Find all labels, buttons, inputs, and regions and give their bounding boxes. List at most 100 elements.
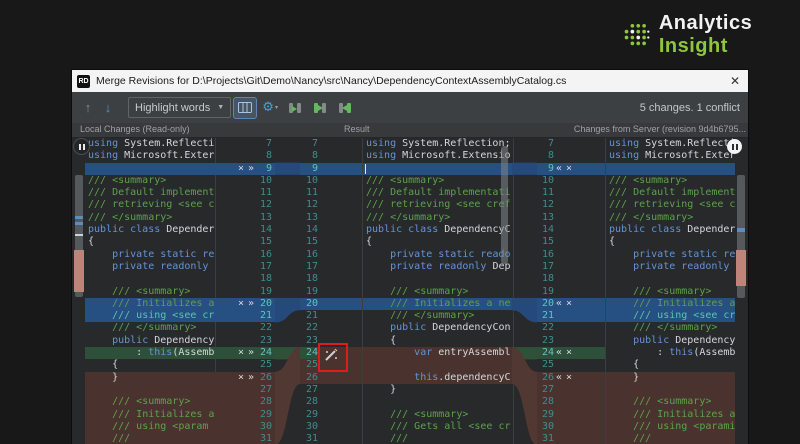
ignore-change-icon[interactable]: ×	[564, 348, 574, 358]
wand-slot-cell	[320, 396, 362, 408]
apply-left-non-conflicting-button[interactable]	[309, 98, 331, 118]
pause-overlay-icon-right[interactable]	[727, 139, 742, 154]
ignore-change-icon[interactable]: ×	[564, 372, 574, 383]
line-number: 23	[259, 334, 272, 346]
apply-change-icon[interactable]: »	[246, 348, 256, 358]
code-line: public Dependency	[606, 335, 735, 347]
line-number: 30	[259, 420, 272, 432]
line-number: 31	[305, 433, 318, 444]
gutter-cell: 15	[537, 236, 605, 248]
line-number: 27	[305, 383, 318, 395]
line-number: 15	[541, 236, 554, 248]
result-pane[interactable]: using System.Reflection; using Microsoft.…	[362, 138, 514, 444]
wand-slot-cell	[320, 384, 362, 396]
apply-change-icon[interactable]: «	[554, 163, 564, 174]
gutter-cell: 21	[215, 310, 275, 323]
wand-slot-cell	[320, 433, 362, 444]
code-line: /// retrieving <see c	[85, 199, 215, 211]
gutter-cell: 8	[300, 150, 320, 162]
wand-slot-cell	[320, 421, 362, 433]
code-token: using	[366, 150, 403, 162]
code-line	[606, 162, 735, 175]
gutter-cell: 17	[300, 261, 320, 273]
apply-change-icon[interactable]: »	[246, 372, 256, 383]
result-scrollbar-thumb[interactable]	[501, 146, 508, 264]
line-number: 27	[259, 383, 272, 395]
line-number: 26	[305, 371, 318, 383]
code-token: /// using <see cr	[112, 310, 215, 322]
line-number: 17	[541, 260, 554, 272]
highlight-mode-dropdown[interactable]: Highlight words ▼	[128, 97, 232, 118]
ignore-change-icon[interactable]: ×	[236, 372, 246, 383]
code-line: /// <summary>	[85, 286, 215, 298]
code-token: entryAssembl	[432, 347, 511, 359]
settings-gear-button[interactable]: ⚙ ▾	[259, 98, 281, 118]
close-icon[interactable]: ✕	[722, 74, 748, 88]
window-title: Merge Revisions for D:\Projects\Git\Demo…	[96, 75, 567, 87]
wand-slot-cell	[320, 187, 362, 199]
code-token: /// <summary>	[88, 174, 167, 186]
gutter-cell: 9	[300, 162, 320, 175]
gutter-cell: 19	[300, 286, 320, 298]
code-token: using	[609, 150, 646, 162]
code-token: }	[366, 383, 397, 395]
left-scroll-stripe[interactable]	[72, 138, 86, 444]
code-token: :	[88, 347, 149, 359]
code-line	[363, 162, 513, 175]
next-difference-button[interactable]: ↓	[98, 100, 118, 115]
code-line: private static re	[606, 249, 735, 261]
right-scroll-stripe[interactable]	[734, 138, 748, 444]
ignore-change-icon[interactable]: ×	[236, 299, 246, 309]
line-number: 16	[305, 248, 318, 260]
gutter-cell: 19	[215, 286, 275, 298]
code-line: /// <summary>	[85, 396, 215, 409]
line-number: 7	[547, 138, 554, 149]
change-connector-svg-right	[512, 162, 537, 444]
line-number: 13	[259, 211, 272, 223]
ignore-change-icon[interactable]: ×	[564, 299, 574, 309]
gutter-cell: 9 «×	[537, 162, 605, 175]
apply-change-icon[interactable]: «	[554, 348, 564, 358]
code-token: /// </summary>	[390, 310, 475, 322]
code-line: /// retrieving <see cref	[363, 199, 513, 211]
apply-change-icon[interactable]: »	[246, 299, 256, 309]
code-line: /// <summary>	[85, 175, 215, 187]
side-by-side-viewer-button[interactable]	[234, 97, 257, 118]
apply-change-icon[interactable]: «	[554, 299, 564, 309]
previous-difference-button[interactable]: ↑	[78, 100, 98, 115]
apply-change-icon[interactable]: «	[554, 372, 564, 383]
wand-slot-cell	[320, 261, 362, 273]
code-line: }	[363, 384, 513, 396]
apply-all-non-conflicting-button[interactable]	[284, 98, 306, 118]
ignore-change-icon[interactable]: ×	[236, 163, 246, 174]
code-token: /// using <see cr	[633, 310, 735, 322]
line-number: 20	[541, 297, 554, 309]
code-token: :	[609, 347, 670, 359]
line-number: 30	[541, 420, 554, 432]
apply-change-icon[interactable]: »	[246, 163, 256, 174]
gutter-cell: 10	[537, 175, 605, 187]
code-line: using Microsoft.Exter	[606, 150, 735, 162]
code-token: /// using <param	[112, 420, 209, 432]
pause-overlay-icon-left[interactable]	[73, 138, 90, 155]
gutter-cell: 8	[215, 150, 275, 162]
apply-right-non-conflicting-button[interactable]	[334, 98, 356, 118]
ignore-change-icon[interactable]: ×	[564, 163, 574, 174]
code-line: }	[606, 371, 735, 384]
code-token: /// <summary>	[609, 174, 688, 186]
gutter-cell: ×» 24	[215, 347, 275, 360]
pane-headers: Local Changes (Read-only) Result Changes…	[72, 123, 748, 138]
gutter-cell: 26 «×	[537, 371, 605, 384]
gutter-cell: 16	[537, 249, 605, 261]
line-number: 27	[541, 383, 554, 395]
ignore-change-icon[interactable]: ×	[236, 348, 246, 358]
